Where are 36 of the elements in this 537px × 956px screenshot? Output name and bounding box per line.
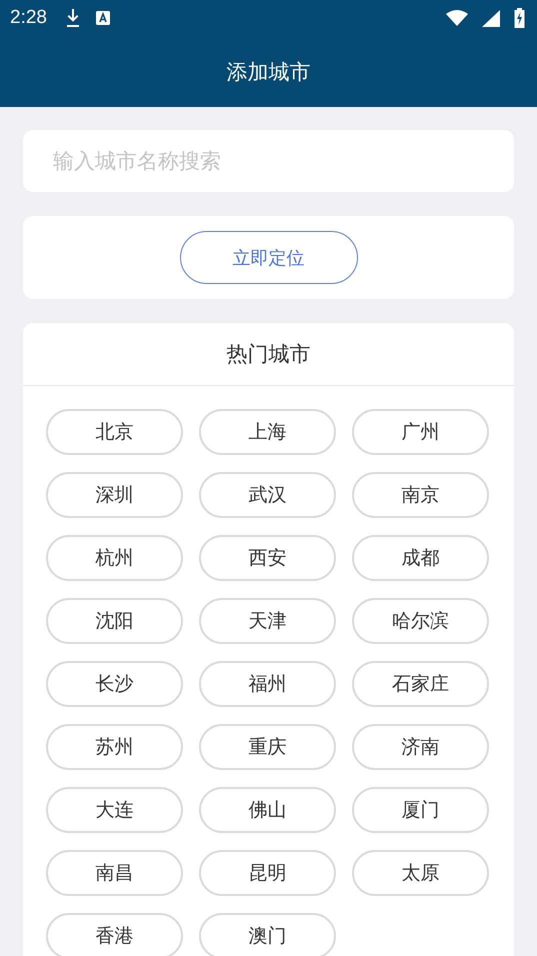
city-button[interactable]: 济南 [352, 724, 489, 770]
status-time: 2:28 [10, 7, 47, 29]
city-button[interactable]: 澳门 [199, 913, 336, 956]
city-button[interactable]: 石家庄 [352, 661, 489, 707]
city-button[interactable]: 厦门 [352, 787, 489, 833]
city-button[interactable]: 上海 [199, 409, 336, 455]
city-button[interactable]: 天津 [199, 598, 336, 644]
screen-title: 添加城市 [226, 58, 310, 86]
city-button[interactable]: 杭州 [46, 535, 183, 581]
city-button[interactable]: 佛山 [199, 787, 336, 833]
text-icon [94, 10, 111, 26]
city-button[interactable]: 武汉 [199, 472, 336, 518]
city-button[interactable]: 福州 [199, 661, 336, 707]
locate-button[interactable]: 立即定位 [180, 231, 358, 284]
city-button[interactable]: 广州 [352, 409, 489, 455]
city-button[interactable]: 西安 [199, 535, 336, 581]
download-icon [64, 8, 81, 28]
city-button[interactable]: 昆明 [199, 850, 336, 896]
city-button[interactable]: 成都 [352, 535, 489, 581]
section-title: 热门城市 [23, 323, 514, 386]
city-button[interactable]: 太原 [352, 850, 489, 896]
city-button[interactable]: 苏州 [46, 724, 183, 770]
wifi-icon [446, 10, 468, 26]
city-button[interactable]: 南京 [352, 472, 489, 518]
search-field[interactable]: 输入城市名称搜索 [23, 130, 514, 192]
battery-icon [514, 8, 525, 28]
signal-icon [482, 10, 500, 26]
city-button[interactable]: 哈尔滨 [352, 598, 489, 644]
city-button[interactable]: 香港 [46, 913, 183, 956]
city-button[interactable]: 北京 [46, 409, 183, 455]
city-button[interactable]: 大连 [46, 787, 183, 833]
city-button[interactable]: 深圳 [46, 472, 183, 518]
city-button[interactable]: 沈阳 [46, 598, 183, 644]
city-button[interactable]: 重庆 [199, 724, 336, 770]
city-button[interactable]: 南昌 [46, 850, 183, 896]
city-button[interactable]: 长沙 [46, 661, 183, 707]
